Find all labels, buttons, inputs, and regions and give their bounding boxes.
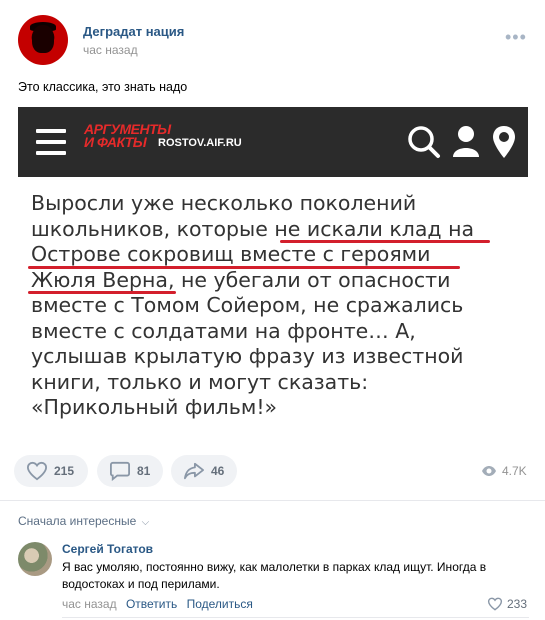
aif-header-bar: АРГУМЕНТЫ И ФАКТЫ ROSTOV.AIF.RU bbox=[18, 107, 528, 177]
quote-line: книги, только и могут сказать: bbox=[31, 369, 369, 394]
share-link[interactable]: Поделиться bbox=[187, 597, 253, 611]
post-image[interactable]: АРГУМЕНТЫ И ФАКТЫ ROSTOV.AIF.RU Выросли … bbox=[18, 107, 528, 442]
post-actions: 215 81 46 4.7K bbox=[0, 455, 545, 487]
quote-line: школьников, которые не искали клад на bbox=[31, 216, 475, 241]
heart-icon bbox=[487, 597, 503, 611]
post-time[interactable]: час назад bbox=[83, 43, 138, 57]
avatar-face-shape bbox=[32, 25, 54, 53]
comment-like-count: 233 bbox=[507, 597, 528, 611]
red-underline bbox=[28, 266, 460, 269]
post-header: Деградат нация час назад ••• bbox=[0, 0, 545, 70]
sort-label: Сначала интересные bbox=[18, 514, 137, 528]
quote-line: Выросли уже несколько поколений bbox=[31, 191, 417, 215]
comment-button[interactable]: 81 bbox=[97, 455, 163, 487]
user-icon bbox=[453, 126, 479, 157]
comment-icon bbox=[110, 461, 130, 481]
comment-count: 81 bbox=[137, 464, 151, 478]
quote-line: «Прикольный фильм!» bbox=[31, 395, 278, 419]
aif-site-label: ROSTOV.AIF.RU bbox=[158, 137, 242, 149]
quote-text: Выросли уже несколько поколений школьник… bbox=[31, 191, 521, 421]
comment-meta: час назад Ответить Поделиться bbox=[62, 597, 253, 611]
reply-link[interactable]: Ответить bbox=[126, 597, 177, 611]
menu-icon bbox=[36, 129, 66, 155]
share-count: 46 bbox=[211, 464, 225, 478]
comment-text: Я вас умоляю, постоянно вижу, как малоле… bbox=[62, 560, 487, 591]
share-icon bbox=[184, 462, 204, 480]
comment-time[interactable]: час назад bbox=[62, 597, 117, 611]
location-pin-icon bbox=[493, 126, 515, 158]
quote-line: услышав крылатую фразу из известной bbox=[31, 344, 464, 368]
quote-line: вместе с Томом Сойером, не сражались bbox=[31, 293, 464, 317]
community-avatar[interactable] bbox=[18, 15, 68, 65]
divider bbox=[0, 500, 545, 501]
like-count: 215 bbox=[54, 464, 75, 478]
eye-icon bbox=[482, 466, 496, 476]
commenter-avatar[interactable] bbox=[18, 542, 52, 576]
comment-like-button[interactable]: 233 bbox=[487, 597, 527, 611]
views-counter: 4.7K bbox=[481, 464, 527, 478]
chevron-down-icon: ⌵ bbox=[141, 517, 150, 528]
quote-line: Острове сокровищ вместе с героями bbox=[31, 242, 431, 266]
quote-line: Жюля Верна, не убегали от опасности bbox=[31, 267, 451, 292]
post-text: Это классика, это знать надо bbox=[18, 80, 188, 94]
search-icon bbox=[408, 126, 440, 158]
author-name[interactable]: Деградат нация bbox=[83, 24, 184, 39]
views-count: 4.7K bbox=[502, 464, 527, 478]
share-button[interactable]: 46 bbox=[171, 455, 237, 487]
more-options-icon[interactable]: ••• bbox=[505, 27, 527, 48]
comment-divider bbox=[62, 617, 529, 618]
quote-line: вместе с солдатами на фронте… А, bbox=[31, 318, 416, 343]
red-underline bbox=[28, 291, 176, 294]
like-button[interactable]: 215 bbox=[14, 455, 88, 487]
comment-author[interactable]: Сергей Тогатов bbox=[62, 542, 153, 556]
comments-sort-dropdown[interactable]: Сначала интересные ⌵ bbox=[18, 514, 149, 528]
heart-icon bbox=[26, 461, 48, 481]
red-underline bbox=[280, 240, 490, 243]
